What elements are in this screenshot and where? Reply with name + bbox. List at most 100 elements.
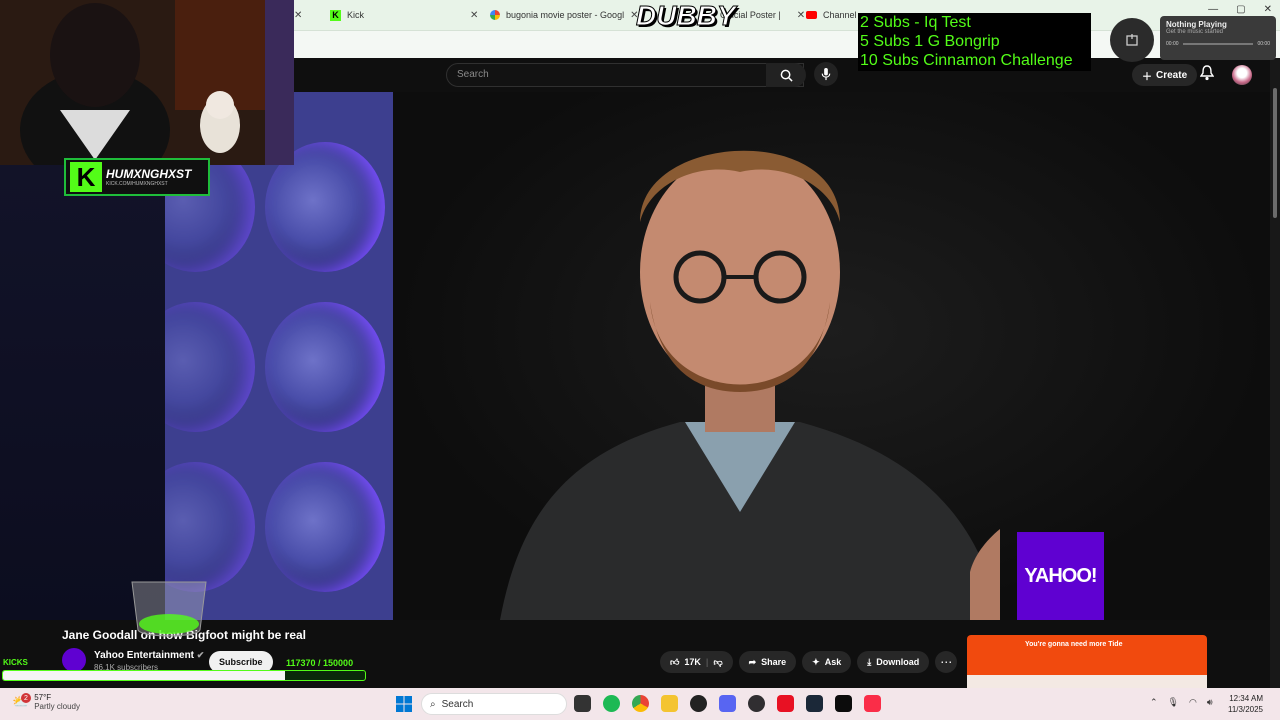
ad-headline: You're gonna need more Tide (1025, 641, 1123, 648)
search-icon: ⌕ (430, 698, 436, 710)
music-app-icon[interactable] (864, 695, 881, 712)
now-playing-subtitle: Get the music started (1166, 29, 1224, 35)
system-tray: ⌃ 🎙︎ ◠ 🔊︎ (1150, 697, 1213, 708)
terminal-icon[interactable] (835, 695, 852, 712)
thumbs-down-icon[interactable]: 👎︎ (713, 657, 722, 668)
steam-icon[interactable] (806, 695, 823, 712)
discord-icon[interactable] (719, 695, 736, 712)
page-scrollbar[interactable] (1270, 58, 1280, 688)
sub-goal-count: 117370 / 150000 (286, 658, 354, 668)
create-label: Create (1156, 69, 1188, 81)
notifications-bell-icon[interactable] (1200, 65, 1214, 81)
streamer-url: KICK.COM/HUMXNGHXST (106, 181, 168, 187)
taskbar-search[interactable]: ⌕ Search (421, 693, 567, 715)
tab-bugonia[interactable]: bugonia movie poster - Googl ✕ (490, 4, 638, 26)
share-button[interactable]: ➦ Share (738, 651, 797, 673)
scrollbar-thumb[interactable] (1273, 88, 1277, 218)
time-elapsed: 00:00 (1166, 41, 1179, 47)
clock-date: 11/3/2025 (1228, 705, 1263, 714)
tab-kick[interactable]: K Kick ✕ (330, 4, 478, 26)
plus-icon: ＋ (1142, 71, 1152, 83)
sub-goal-progress-fill (3, 671, 286, 680)
volume-icon[interactable]: 🔊︎ (1207, 697, 1213, 708)
google-icon (490, 10, 500, 20)
download-button[interactable]: ⤓ Download (857, 651, 930, 673)
like-button[interactable]: 👍︎ 17K | 👎︎ (660, 651, 733, 673)
youtube-icon (806, 11, 817, 19)
spotify-icon[interactable] (603, 695, 620, 712)
channel-name-text: Yahoo Entertainment (94, 650, 195, 661)
channel-avatar[interactable] (62, 648, 86, 672)
sub-goal-progress-bar (2, 670, 366, 681)
notification-badge: 2 (21, 693, 31, 703)
download-icon: ⤓ (867, 656, 872, 667)
share-label: Share (761, 657, 787, 667)
ask-label: Ask (824, 657, 842, 667)
weather-desc: Partly cloudy (34, 702, 80, 711)
windows-taskbar: ⛅ 57°F Partly cloudy ⌕ Search ⌃ 🎙︎ ◠ 🔊︎ … (0, 688, 1280, 720)
window-controls: — ▢ ✕ (1208, 4, 1272, 15)
now-playing-title: Nothing Playing (1166, 20, 1227, 29)
windows-start-icon[interactable] (396, 696, 412, 712)
music-disc-icon (1110, 18, 1154, 62)
sub-goals-panel: 2 Subs - Iq Test 5 Subs 1 G Bongrip 10 S… (858, 13, 1091, 71)
kick-icon: K (330, 9, 341, 21)
sparkle-icon: ✦ (812, 656, 820, 667)
tide-ad[interactable]: You're gonna need more Tide (967, 635, 1207, 688)
chevron-up-icon[interactable]: ⌃ (1150, 697, 1158, 708)
kicks-label: KICKS (3, 658, 28, 667)
time-total: 00:00 (1257, 41, 1270, 47)
dislike-divider: | (705, 657, 709, 667)
now-playing-widget: Nothing Playing Get the music started 00… (1110, 16, 1276, 64)
close-icon[interactable]: ✕ (470, 10, 478, 21)
app-red-icon[interactable] (777, 695, 794, 712)
github-icon[interactable] (690, 695, 707, 712)
wifi-icon[interactable]: ◠ (1189, 697, 1197, 708)
taskbar-search-label: Search (441, 698, 474, 710)
maximize-icon[interactable]: ▢ (1236, 4, 1245, 15)
streamer-webcam (0, 0, 294, 165)
more-actions-icon[interactable]: ⋯ (935, 651, 958, 673)
share-icon: ➦ (748, 656, 757, 667)
microphone-icon (821, 67, 831, 80)
thumbs-up-icon: 👍︎ (670, 656, 680, 667)
close-icon[interactable]: ✕ (797, 10, 805, 21)
file-explorer-icon[interactable] (661, 695, 678, 712)
taskbar-apps (574, 695, 881, 712)
create-button[interactable]: ＋ Create (1132, 64, 1198, 86)
minimize-icon[interactable]: — (1208, 4, 1218, 15)
search-icon (780, 69, 793, 82)
account-avatar[interactable] (1232, 65, 1252, 85)
search-input[interactable]: Search (446, 63, 804, 87)
tab-label: Kick (347, 10, 365, 20)
chrome-icon[interactable] (632, 695, 649, 712)
tab-label: bugonia movie poster - Googl (506, 10, 625, 20)
ad-footer (967, 675, 1207, 688)
clock-time: 12:34 AM (1229, 694, 1263, 703)
yahoo-watermark: YAHOO! (1017, 532, 1104, 620)
voice-search-button[interactable] (814, 62, 838, 86)
like-count: 17K (684, 657, 701, 667)
weather-temp: 57°F (34, 693, 52, 702)
tip-jar-icon (131, 581, 207, 637)
video-actions: 👍︎ 17K | 👎︎ ➦ Share ✦ Ask ⤓ Download ⋯ (660, 651, 958, 673)
webcam-scene (0, 0, 294, 165)
channel-name[interactable]: Yahoo Entertainment ✔ (94, 650, 204, 661)
tab-close-icon[interactable]: ✕ (294, 4, 302, 26)
streamer-name-tag: K HUMXNGHXST KICK.COM/HUMXNGHXST (64, 158, 210, 196)
sub-goal: 10 Subs Cinnamon Challenge (860, 52, 1073, 69)
kick-logo-icon: K (70, 162, 102, 192)
system-clock[interactable]: 12:34 AM 11/3/2025 (1228, 693, 1263, 715)
dubby-logo: DUBBY (636, 0, 737, 32)
download-label: Download (876, 657, 920, 667)
ask-button[interactable]: ✦ Ask (802, 651, 852, 673)
verified-icon: ✔ (196, 650, 205, 660)
streamer-name: HUMXNGHXST (106, 167, 192, 181)
sub-goal: 5 Subs 1 G Bongrip (860, 33, 1000, 50)
sub-goal: 2 Subs - Iq Test (860, 14, 971, 31)
obs-icon[interactable] (748, 695, 765, 712)
search-button[interactable] (766, 63, 806, 87)
task-view-icon[interactable] (574, 695, 591, 712)
close-window-icon[interactable]: ✕ (1264, 4, 1272, 15)
microphone-tray-icon[interactable]: 🎙︎ (1168, 697, 1179, 708)
